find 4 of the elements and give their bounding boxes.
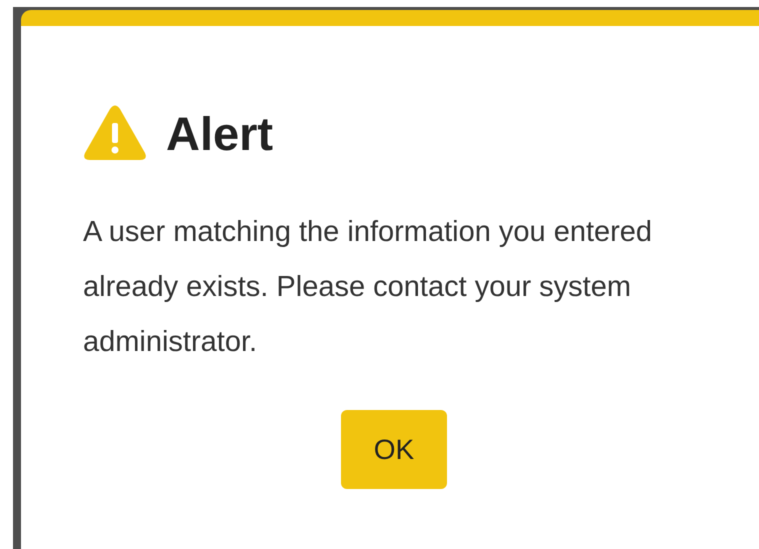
warning-icon [83,105,147,161]
dialog-title: Alert [166,106,274,160]
alert-message: A user matching the information you entered already exists. Please contact your system administrator. [83,215,654,360]
ok-button[interactable]: OK [341,410,447,489]
